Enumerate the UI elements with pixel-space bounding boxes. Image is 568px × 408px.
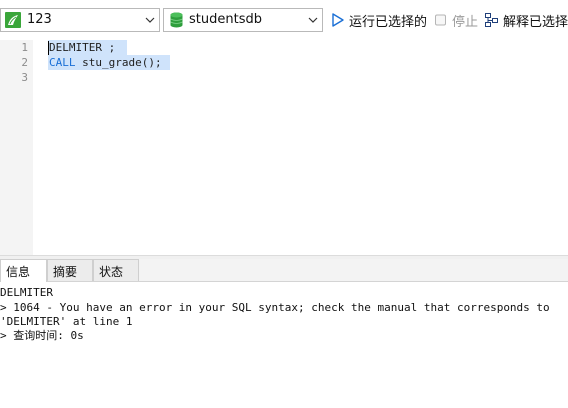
explain-selected-label: 解释已选择的 (503, 15, 568, 30)
code-line-2: CALL stu_grade(); (49, 55, 162, 70)
chevron-down-icon (145, 17, 155, 23)
code-line-1: DELMITER ; (49, 41, 116, 54)
line-number: 2 (21, 56, 28, 69)
result-tabs: 信息 摘要 状态 (0, 259, 568, 282)
output-line: DELMITER (0, 286, 53, 299)
tab-summary[interactable]: 摘要 (47, 259, 93, 281)
play-icon (332, 13, 344, 27)
line-number: 3 (21, 71, 28, 84)
output-line: 'DELMITER' at line 1 (0, 315, 133, 328)
stop-icon (435, 14, 446, 26)
tab-status[interactable]: 状态 (93, 259, 139, 281)
tab-message[interactable]: 信息 (0, 259, 47, 282)
stop-label: 停止 (452, 15, 479, 30)
message-output: DELMITER > 1064 - You have an error in y… (0, 282, 568, 408)
text-caret (48, 41, 49, 55)
tab-label: 状态 (99, 265, 124, 279)
sql-keyword: CALL (49, 56, 76, 69)
sql-editor[interactable]: 1 2 3 DELMITER ; CALL stu_grade(); (0, 40, 568, 256)
toolbar: 123 studentsdb 运行已选择的 停止 解释已选择 (0, 0, 568, 41)
run-selected-button[interactable]: 运行已选择的 (331, 10, 427, 30)
output-line: > 1064 - You have an error in your SQL s… (0, 301, 550, 314)
explain-icon (485, 13, 498, 27)
run-selected-label: 运行已选择的 (349, 15, 428, 30)
database-name: studentsdb (189, 12, 262, 27)
chevron-down-icon (308, 17, 318, 23)
mysql-connection-icon (5, 12, 21, 28)
explain-selected-button[interactable]: 解释已选择的 (485, 10, 568, 30)
stop-button[interactable]: 停止 (434, 10, 480, 30)
output-line: > 查询时间: 0s (0, 329, 84, 342)
tab-label: 信息 (6, 265, 31, 279)
sql-call-target: stu_grade(); (75, 56, 162, 69)
line-number: 1 (21, 41, 28, 54)
line-number-gutter: 1 2 3 (0, 40, 33, 256)
tab-label: 摘要 (53, 265, 78, 279)
database-icon (170, 12, 183, 28)
connection-select[interactable]: 123 (0, 8, 160, 32)
query-editor-window: 123 studentsdb 运行已选择的 停止 解释已选择 1 2 3 DEL… (0, 0, 568, 408)
database-select[interactable]: studentsdb (163, 8, 323, 32)
connection-name: 123 (27, 12, 52, 27)
